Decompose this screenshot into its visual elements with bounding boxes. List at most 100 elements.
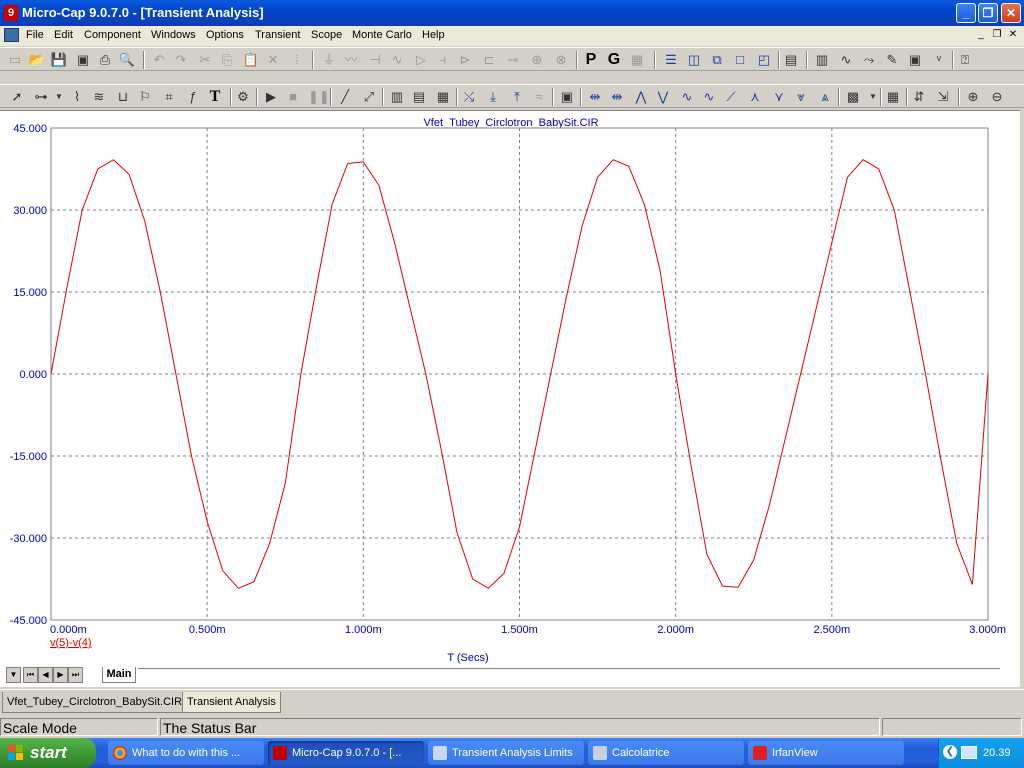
opamp-component-icon[interactable]: ⊏ <box>480 52 498 68</box>
next-peak-icon[interactable]: ⋀ <box>632 89 650 105</box>
title-bar[interactable]: 9 Micro-Cap 9.0.7.0 - [Transient Analysi… <box>0 0 1024 26</box>
bus-icon[interactable]: ⊔ <box>114 89 132 105</box>
properties-icon[interactable]: ⚙ <box>234 89 252 105</box>
peak-icon[interactable]: ⤯ <box>460 89 478 105</box>
network-icon[interactable] <box>961 746 977 759</box>
p-button[interactable]: P <box>582 52 600 68</box>
menu-transient[interactable]: Transient <box>255 29 300 41</box>
copy-icon[interactable]: ⎘ <box>218 52 236 68</box>
task-irfanview[interactable]: IrfanView <box>748 741 904 765</box>
doc-minimize-button[interactable]: _ <box>974 29 988 42</box>
doc-close-button[interactable]: ✕ <box>1006 29 1020 42</box>
grid-fine-icon[interactable]: ▤ <box>410 89 428 105</box>
maximize-window-icon[interactable]: □ <box>731 52 749 68</box>
valley-icon[interactable]: ⤓ <box>484 89 502 105</box>
redo-icon[interactable]: ↷ <box>172 52 190 68</box>
run-icon[interactable]: ▶ <box>262 89 280 105</box>
inductor-component-icon[interactable]: ∿ <box>388 52 406 68</box>
doc-restore-button[interactable]: ❐ <box>990 29 1004 42</box>
netlist-icon[interactable]: ▥ <box>813 52 831 68</box>
transient-chart[interactable]: Vfet_Tubey_Circlotron_BabySit.CIR 45.000… <box>0 111 1020 667</box>
capacitor-component-icon[interactable]: ⊣ <box>366 52 384 68</box>
task-microcap[interactable]: Micro-Cap 9.0.7.0 - [... <box>268 741 424 765</box>
open-file-icon[interactable]: 📂 <box>28 52 46 68</box>
menu-windows[interactable]: Windows <box>151 29 196 41</box>
waveform-icon[interactable]: ∿ <box>837 52 855 68</box>
pen-icon[interactable]: ✎ <box>883 52 901 68</box>
task-browser[interactable]: What to do with this ... <box>108 741 264 765</box>
stepping-icon[interactable]: ⇵ <box>910 89 928 105</box>
global-high-icon[interactable]: ⋎ <box>770 89 788 105</box>
first-page-icon[interactable]: ⏮ <box>23 667 38 683</box>
point-icon[interactable]: ⩓ <box>816 89 834 105</box>
document-window-icon[interactable] <box>4 28 19 42</box>
cascade-icon[interactable]: ⧉ <box>708 52 726 68</box>
menu-scope[interactable]: Scope <box>311 29 342 41</box>
task-limits[interactable]: Transient Analysis Limits <box>428 741 584 765</box>
battery-component-icon[interactable]: ⫞ <box>434 52 452 68</box>
scroll-menu-icon[interactable]: ▼ <box>6 667 21 683</box>
picture-icon[interactable]: ▣ <box>906 52 924 68</box>
vd-label-icon[interactable]: ᵛ <box>930 52 948 68</box>
grid-toggle-icon[interactable]: ▦ <box>628 52 646 68</box>
zoom-in-icon[interactable]: ⊕ <box>964 89 982 105</box>
fx-icon[interactable]: ƒ <box>184 89 202 105</box>
next-high-icon[interactable]: ∿ <box>678 89 696 105</box>
plot-window[interactable]: Vfet_Tubey_Circlotron_BabySit.CIR 45.000… <box>0 110 1020 687</box>
table-icon[interactable]: ▦ <box>884 89 902 105</box>
close-button[interactable]: ✕ <box>1001 3 1021 23</box>
low-icon[interactable]: ≈ <box>530 89 548 105</box>
horizontal-scrollbar[interactable] <box>138 668 1000 683</box>
wire-mode-icon[interactable]: ⌇ <box>68 89 86 105</box>
current-source-icon[interactable]: ⊗ <box>552 52 570 68</box>
package-icon[interactable]: ▩ <box>844 89 862 105</box>
flag-icon[interactable]: ⚐ <box>136 89 154 105</box>
diagonal-wire-icon[interactable]: ≋ <box>90 89 108 105</box>
grid-dotted-icon[interactable]: ▦ <box>434 89 452 105</box>
calculator-icon[interactable]: ▤ <box>782 52 800 68</box>
xy-icon[interactable]: ⇲ <box>934 89 952 105</box>
cut-icon[interactable]: ✂ <box>196 52 214 68</box>
show-hidden-icons-icon[interactable]: ❮ <box>943 745 957 759</box>
high-icon[interactable]: ⤒ <box>508 89 526 105</box>
chevron-down-icon[interactable]: ▼ <box>50 89 68 105</box>
zoom-out-icon[interactable]: ⊖ <box>988 89 1006 105</box>
slope-icon[interactable]: ⟋ <box>722 89 740 105</box>
restore-button[interactable]: ❐ <box>978 3 998 23</box>
help-topic-icon[interactable]: ⍰ <box>956 52 974 68</box>
next-low-icon[interactable]: ∿ <box>700 89 718 105</box>
menu-help[interactable]: Help <box>422 29 445 41</box>
text-mode-icon[interactable]: T <box>206 89 224 105</box>
pin-icon[interactable]: ⌗ <box>160 89 178 105</box>
grid-coarse-icon[interactable]: ▥ <box>388 89 406 105</box>
inflection-icon[interactable]: ⋏ <box>746 89 764 105</box>
menu-edit[interactable]: Edit <box>54 29 73 41</box>
tab-circuit-file[interactable]: Vfet_Tubey_Circlotron_BabySit.CIR <box>2 692 188 713</box>
last-page-icon[interactable]: ⏭ <box>68 667 83 683</box>
global-low-icon[interactable]: ⩔ <box>792 89 810 105</box>
new-file-icon[interactable]: ▭ <box>6 52 24 68</box>
select-all-icon[interactable]: ⦙ <box>288 52 306 68</box>
g-button[interactable]: G <box>605 52 623 68</box>
tile-horizontal-icon[interactable]: ☰ <box>662 52 680 68</box>
component-mode-icon[interactable]: ⊶ <box>32 89 50 105</box>
scale-icon[interactable]: ▣ <box>558 89 576 105</box>
undo-icon[interactable]: ↶ <box>150 52 168 68</box>
tab-transient-analysis[interactable]: Transient Analysis <box>182 692 281 713</box>
save-all-icon[interactable]: ▣ <box>74 52 92 68</box>
ground-component-icon[interactable]: ⏚ <box>320 52 338 68</box>
save-icon[interactable]: 💾 <box>50 52 68 68</box>
tab-main[interactable]: Main <box>102 667 136 683</box>
menu-options[interactable]: Options <box>206 29 244 41</box>
cursor-right-icon[interactable]: ⇹ <box>608 89 626 105</box>
diode-component-icon[interactable]: ▷ <box>412 52 430 68</box>
cursor-left-icon[interactable]: ⇹ <box>586 89 604 105</box>
prev-page-icon[interactable]: ◀ <box>38 667 53 683</box>
start-button[interactable]: start <box>0 738 96 768</box>
line-tool-icon[interactable]: ╱ <box>336 89 354 105</box>
task-calculator[interactable]: Calcolatrice <box>588 741 744 765</box>
stop-icon[interactable]: ■ <box>284 89 302 105</box>
npn-component-icon[interactable]: ⊳ <box>456 52 474 68</box>
switch-component-icon[interactable]: ⊸ <box>504 52 522 68</box>
probe-icon[interactable]: ⤳ <box>860 52 878 68</box>
